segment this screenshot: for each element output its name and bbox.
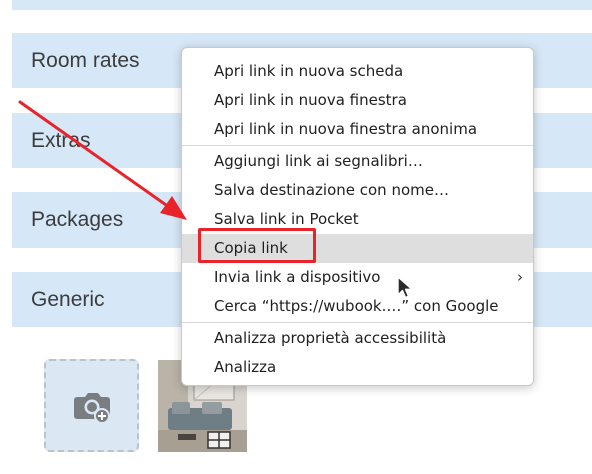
menu-item-inspect[interactable]: Analizza bbox=[182, 353, 533, 382]
menu-item-save-link-as[interactable]: Salva destinazione con nome… bbox=[182, 176, 533, 205]
menu-item-bookmark-link[interactable]: Aggiungi link ai segnalibri… bbox=[182, 147, 533, 176]
menu-item-open-private-window[interactable]: Apri link in nuova finestra anonima bbox=[182, 115, 533, 144]
page: Room rates Extras Packages Generic Apri … bbox=[0, 0, 592, 474]
context-menu: Apri link in nuova scheda Apri link in n… bbox=[181, 47, 534, 386]
menu-item-send-to-device-label: Invia link a dispositivo bbox=[214, 268, 381, 286]
menu-item-inspect-accessibility[interactable]: Analizza proprietà accessibilità bbox=[182, 324, 533, 353]
section-generic-label: Generic bbox=[31, 287, 105, 311]
section-room-rates-label: Room rates bbox=[31, 48, 140, 72]
mouse-pointer-icon bbox=[397, 276, 413, 299]
section-extras-label: Extras bbox=[31, 128, 91, 152]
menu-item-send-to-device[interactable]: Invia link a dispositivo › bbox=[182, 263, 533, 292]
photo-upload-button[interactable] bbox=[44, 359, 139, 452]
camera-plus-icon bbox=[73, 392, 110, 424]
menu-item-open-new-tab[interactable]: Apri link in nuova scheda bbox=[182, 57, 533, 86]
menu-separator bbox=[182, 145, 533, 146]
menu-item-search-google[interactable]: Cerca “https://wubook.…” con Google bbox=[182, 292, 533, 321]
chevron-right-icon: › bbox=[517, 268, 523, 286]
section-header-top[interactable] bbox=[12, 0, 592, 10]
section-packages-label: Packages bbox=[31, 208, 124, 231]
highlight-box bbox=[198, 228, 316, 263]
menu-separator bbox=[182, 322, 533, 323]
menu-item-open-new-window[interactable]: Apri link in nuova finestra bbox=[182, 86, 533, 115]
